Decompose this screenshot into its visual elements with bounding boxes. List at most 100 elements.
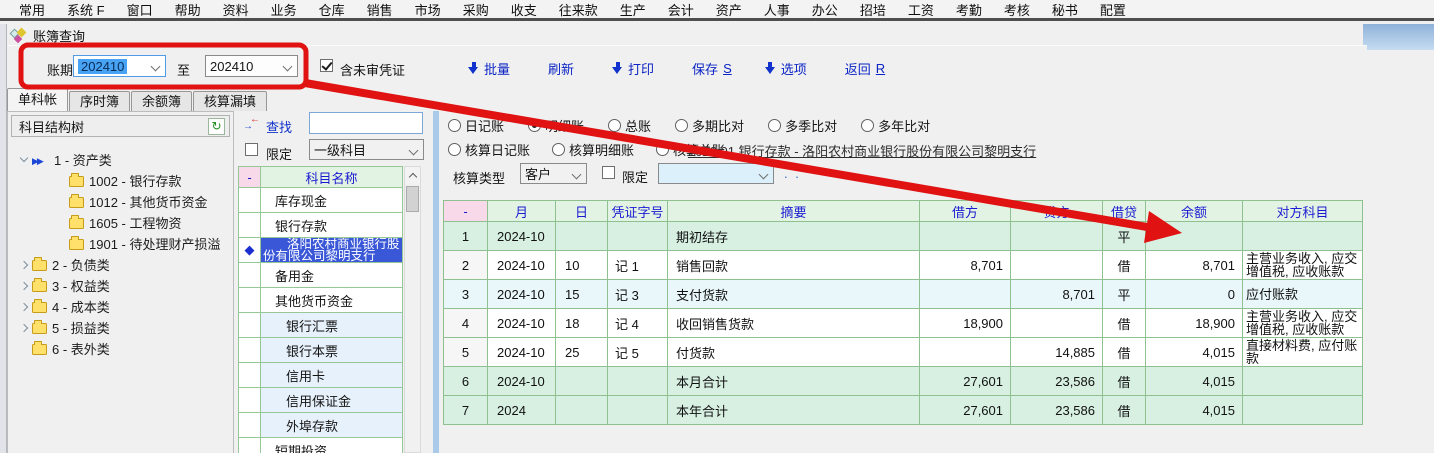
acct-type-combobox[interactable]: 客户 [520, 163, 587, 184]
toolbar-button[interactable]: 刷新 [548, 59, 579, 78]
book-mode-radio[interactable]: 多期比对 [675, 116, 744, 135]
tree-node[interactable]: 1002 - 银行存款 [21, 170, 231, 191]
book-mode-radio[interactable]: 多年比对 [861, 116, 930, 135]
subject-level-combobox[interactable]: 一级科目 [309, 139, 424, 160]
expander-chevron-icon[interactable] [20, 302, 28, 310]
book-mode-radio[interactable]: 总账 [608, 116, 651, 135]
tree-node[interactable]: 1605 - 工程物资 [21, 212, 231, 233]
tree-node[interactable]: 5 - 损益类 [21, 317, 231, 338]
find-input[interactable] [309, 112, 423, 134]
expander-chevron-icon[interactable] [20, 323, 28, 331]
menu-item[interactable]: 资产 [705, 0, 753, 19]
include-unaudited-checkbox[interactable] [320, 59, 333, 72]
subject-row[interactable]: 银行本票 [239, 338, 403, 363]
tree-node[interactable]: 3 - 权益类 [21, 275, 231, 296]
subject-row[interactable]: 银行汇票 [239, 313, 403, 338]
menu-item[interactable]: 仓库 [308, 0, 356, 19]
menu-item[interactable]: 销售 [356, 0, 404, 19]
subject-row[interactable]: ◆ 洛阳农村商业银行股份有限公司黎明支行 [239, 238, 403, 263]
menu-item[interactable]: 秘书 [1041, 0, 1089, 19]
acct-mode-radio[interactable]: 核算日记账 [448, 140, 530, 159]
menu-item[interactable]: 帮助 [164, 0, 212, 19]
menu-item[interactable]: 人事 [753, 0, 801, 19]
menu-item[interactable]: 常用 [8, 0, 56, 19]
subject-row[interactable]: 短期投资 [239, 438, 403, 453]
menu-item[interactable]: 往来款 [548, 0, 609, 19]
tree-node[interactable]: 1 - 资产类 [21, 149, 231, 170]
toolbar-button[interactable]: 保存 S [692, 59, 732, 78]
toolbar-button-hotkey: R [876, 61, 885, 76]
acct-limit-checkbox[interactable] [602, 166, 615, 179]
tab[interactable]: 序时簿 [69, 91, 130, 111]
radio-icon [552, 143, 565, 156]
expander-chevron-icon[interactable] [20, 154, 28, 162]
menu-item[interactable]: 招培 [849, 0, 897, 19]
scrollbar-thumb[interactable] [406, 186, 419, 212]
menu-item[interactable]: 市场 [404, 0, 452, 19]
ledger-row[interactable]: 6 2024-10 本月合计 27,601 23,586 借 4,015 [444, 367, 1363, 396]
menu-item[interactable]: 收支 [500, 0, 548, 19]
ledger-row[interactable]: 2 2024-10 10 记 1 销售回款 8,701 借 8,701 主营业务… [444, 251, 1363, 280]
cell-day: 10 [556, 251, 608, 280]
menu-item[interactable]: 办公 [801, 0, 849, 19]
toolbar-button[interactable]: 返回 R [845, 59, 885, 78]
subject-row[interactable]: 信用保证金 [239, 388, 403, 413]
folder-icon [32, 302, 47, 313]
period-to-combobox[interactable]: 202410 [205, 55, 298, 77]
book-mode-radio[interactable]: 明细账 [528, 116, 584, 135]
menu-item[interactable]: 考勤 [945, 0, 993, 19]
menu-item[interactable]: 配置 [1089, 0, 1137, 19]
menu-item[interactable]: 采购 [452, 0, 500, 19]
tab[interactable]: 核算漏填 [193, 91, 267, 111]
subject-row[interactable]: 其他货币资金 [239, 288, 403, 313]
current-account-link[interactable]: 1002.01 银行存款 - 洛阳农村商业银行股份有限公司黎明支行 [688, 141, 1036, 160]
tree-header-label: 科目结构树 [19, 117, 84, 136]
subject-scrollbar[interactable] [404, 166, 421, 453]
limit-checkbox[interactable] [245, 143, 258, 156]
subject-row[interactable]: 外埠存款 [239, 413, 403, 438]
tree-node[interactable]: 2 - 负债类 [21, 254, 231, 275]
cell-credit: 8,701 [1011, 280, 1103, 309]
subject-row[interactable]: 信用卡 [239, 363, 403, 388]
expander-chevron-icon[interactable] [20, 260, 28, 268]
panel-divider[interactable] [433, 111, 439, 453]
book-mode-radio[interactable]: 日记账 [448, 116, 504, 135]
tree-node[interactable]: 6 - 表外类 [21, 338, 231, 359]
expander-chevron-icon[interactable] [20, 281, 28, 289]
more-button[interactable]: . . [784, 166, 801, 181]
scroll-up-icon[interactable] [405, 167, 420, 183]
menu-item[interactable]: 资料 [212, 0, 260, 19]
tab[interactable]: 单科帐 [7, 88, 68, 111]
toolbar-button[interactable]: 批量 [468, 59, 515, 78]
toolbar-button[interactable]: 选项 [765, 59, 812, 78]
period-from-combobox[interactable]: 202410 [73, 55, 166, 77]
tree-node[interactable]: 4 - 成本类 [21, 296, 231, 317]
radio-icon [608, 119, 621, 132]
tab[interactable]: 余额簿 [131, 91, 192, 111]
swap-arrows-icon[interactable]: →→ [243, 116, 260, 130]
menu-item[interactable]: 考核 [993, 0, 1041, 19]
subject-row[interactable]: 备用金 [239, 263, 403, 288]
ledger-row[interactable]: 7 2024 本年合计 27,601 23,586 借 4,015 [444, 396, 1363, 425]
refresh-icon[interactable] [208, 118, 225, 135]
acct-mode-radio[interactable]: 核算明细账 [552, 140, 634, 159]
ledger-row[interactable]: 1 2024-10 期初结存 平 [444, 222, 1363, 251]
tree-node[interactable]: 1012 - 其他货币资金 [21, 191, 231, 212]
menu-item[interactable]: 会计 [657, 0, 705, 19]
acct-object-combobox[interactable] [658, 163, 774, 184]
ledger-row[interactable]: 4 2024-10 18 记 4 收回销售货款 18,900 借 18,900 … [444, 309, 1363, 338]
menu-item[interactable]: 业务 [260, 0, 308, 19]
subject-row[interactable]: 银行存款 [239, 213, 403, 238]
tree-node[interactable]: 1901 - 待处理财产损溢 [21, 233, 231, 254]
menu-item[interactable]: 窗口 [116, 0, 164, 19]
cell-credit: 23,586 [1011, 367, 1103, 396]
menu-item[interactable]: 生产 [609, 0, 657, 19]
book-mode-radio[interactable]: 多季比对 [768, 116, 837, 135]
find-link[interactable]: 查找 [266, 117, 292, 136]
menu-item[interactable]: 系统 F [56, 0, 116, 19]
subject-row[interactable]: 库存现金 [239, 188, 403, 213]
ledger-row[interactable]: 5 2024-10 25 记 5 付货款 14,885 借 4,015 直接材料… [444, 338, 1363, 367]
toolbar-button[interactable]: 打印 [612, 59, 659, 78]
ledger-row[interactable]: 3 2024-10 15 记 3 支付货款 8,701 平 0 应付账款 [444, 280, 1363, 309]
menu-item[interactable]: 工资 [897, 0, 945, 19]
